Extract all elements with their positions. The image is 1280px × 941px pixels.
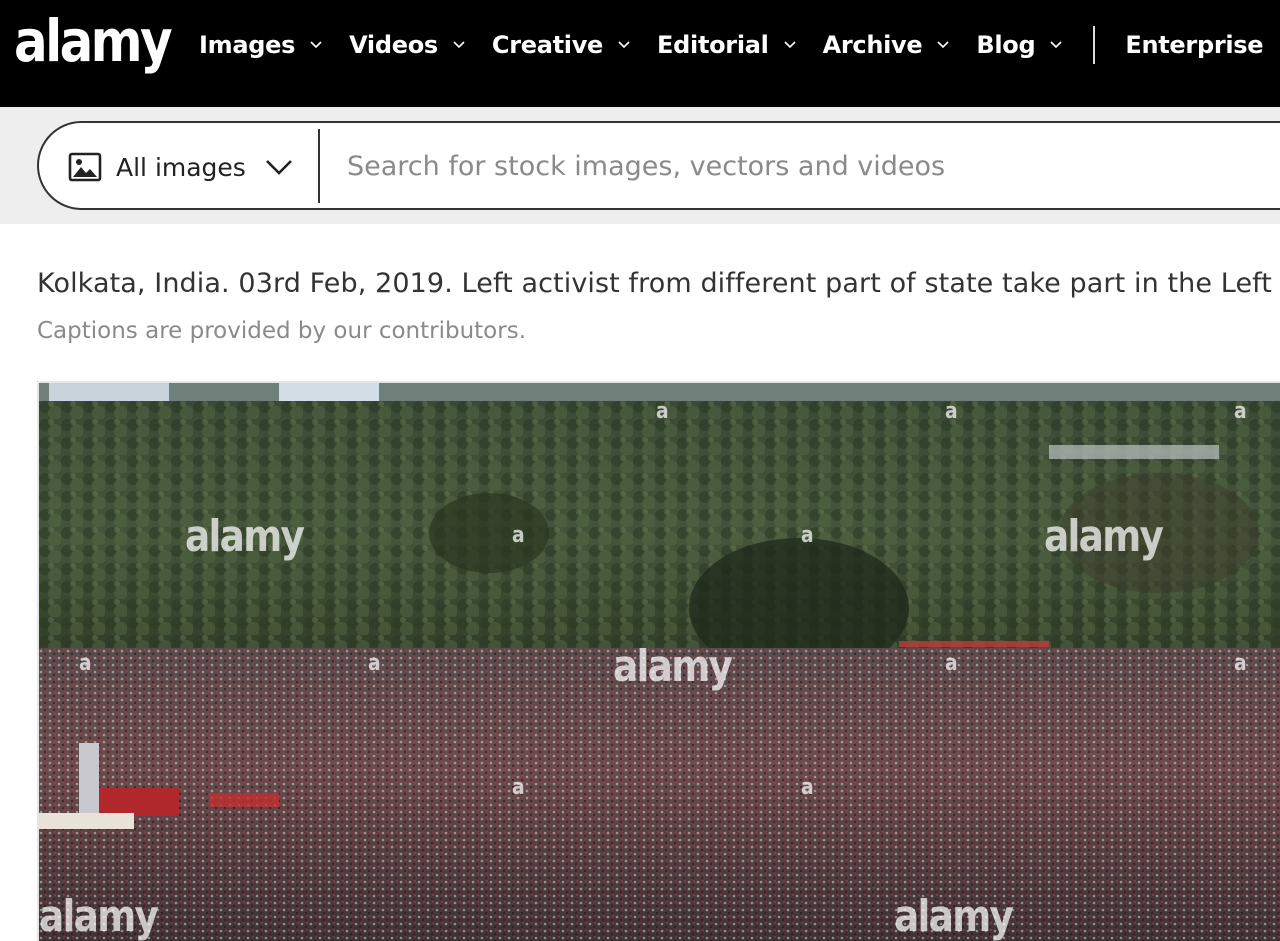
watermark-mark: a [1234,399,1247,424]
chevron-down-icon [937,41,949,49]
top-nav-bar: alamy Images Videos Creative Editorial A… [0,0,1280,107]
nav-divider [1093,26,1096,64]
search-divider [318,129,320,203]
search-scope-dropdown[interactable]: All images [68,150,294,184]
watermark-logo: alamy [894,891,1014,941]
watermark-mark: a [368,651,381,676]
watermark-mark: a [1234,651,1247,676]
nav-item-label: Blog [976,31,1036,59]
nav-item-images[interactable]: Images [199,31,323,59]
nav-item-blog[interactable]: Blog [976,31,1063,59]
chevron-down-icon [453,41,465,49]
watermark-logo: alamy [613,641,733,692]
nav-item-creative[interactable]: Creative [492,31,631,59]
nav-item-label: Videos [349,31,438,59]
watermark-mark: a [656,399,669,424]
watermark-mark: a [945,399,958,424]
nav-item-label: Enterprise [1125,31,1264,59]
watermark-logo: alamy [185,511,305,562]
chevron-down-icon [784,41,796,49]
nav-item-enterprise[interactable]: Enterprise [1125,31,1263,59]
watermark-mark: a [512,523,525,548]
search-band: All images [0,107,1280,224]
main-nav: Images Videos Creative Editorial Archive… [199,26,1264,64]
chevron-down-icon [310,41,322,49]
nav-item-editorial[interactable]: Editorial [657,31,797,59]
nav-item-label: Archive [822,31,923,59]
watermark-mark: a [79,651,92,676]
search-box: All images [37,121,1280,210]
watermark-logo: alamy [39,891,159,941]
image-caption: Kolkata, India. 03rd Feb, 2019. Left act… [37,268,1272,299]
search-scope-label: All images [116,152,246,182]
chevron-down-icon [618,41,630,49]
nav-item-label: Creative [491,31,604,59]
chevron-down-icon [265,160,292,175]
nav-item-archive[interactable]: Archive [823,31,951,59]
nav-item-label: Images [199,31,296,59]
stock-photo[interactable]: alamy alamy alamy alamy alamy a a a a a … [37,381,1280,941]
watermark-mark: a [801,775,814,800]
watermark-logo: alamy [1044,511,1164,562]
search-input[interactable] [347,142,1280,190]
caption-note: Captions are provided by our contributor… [37,318,527,344]
nav-item-videos[interactable]: Videos [349,31,466,59]
watermark-mark: a [945,651,958,676]
nav-item-label: Editorial [657,31,769,59]
watermark-mark: a [512,775,525,800]
chevron-down-icon [1050,41,1062,49]
image-icon [68,152,102,182]
watermark-mark: a [801,523,814,548]
alamy-logo[interactable]: alamy [14,6,173,76]
